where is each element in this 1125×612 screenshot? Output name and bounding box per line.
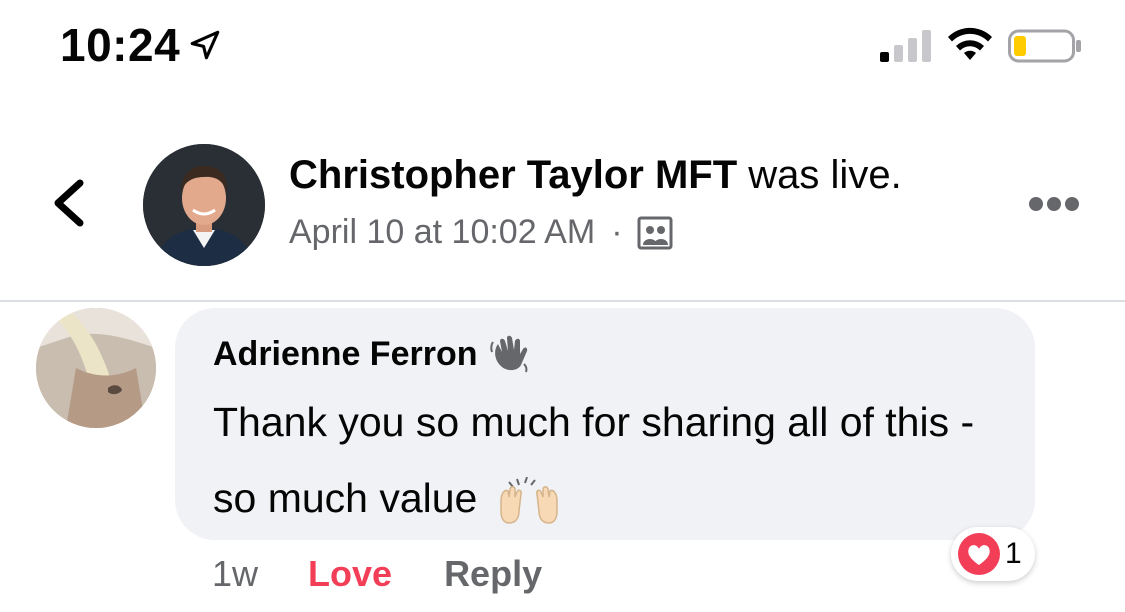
wifi-icon (948, 27, 992, 60)
post-timestamp[interactable]: April 10 at 10:02 AM (289, 213, 595, 252)
comment-author: Adrienne Ferron (213, 334, 529, 374)
group-audience-icon (637, 216, 673, 249)
comment-author-name[interactable]: Adrienne Ferron (213, 335, 477, 374)
comment-text: Thank you so much for sharing all of thi… (213, 384, 1023, 536)
host-title: Christopher Taylor MFT was live. (289, 153, 902, 198)
host-avatar[interactable] (143, 144, 265, 266)
cellular-signal-icon (880, 30, 931, 62)
reaction-count: 1 (1005, 537, 1022, 570)
commenter-avatar[interactable] (36, 308, 156, 428)
status-bar: 10:24 (0, 0, 1125, 95)
location-arrow-icon (190, 30, 220, 60)
meta-separator: · (611, 213, 623, 251)
post-meta: April 10 at 10:02 AM · (289, 213, 673, 252)
waving-hand-icon (490, 335, 528, 373)
comment-age[interactable]: 1w (212, 553, 258, 595)
battery-low-icon (1008, 29, 1081, 63)
more-options-icon[interactable] (1028, 195, 1080, 213)
status-time: 10:24 (60, 19, 181, 71)
post-header: Christopher Taylor MFT was live. April 1… (0, 95, 1125, 302)
reply-button[interactable]: Reply (444, 553, 542, 595)
chevron-left-icon[interactable] (46, 177, 90, 229)
host-name[interactable]: Christopher Taylor MFT (289, 153, 737, 197)
comment-actions: 1w Love Reply (212, 550, 542, 598)
reaction-summary[interactable]: 1 (951, 527, 1035, 581)
comment-body: Thank you so much for sharing all of thi… (213, 399, 975, 521)
love-heart-icon (958, 533, 1000, 575)
host-status: was live. (748, 153, 902, 197)
love-button[interactable]: Love (308, 553, 392, 595)
comment-bubble[interactable]: Adrienne Ferron Thank you so much for sh… (175, 308, 1035, 540)
raising-hands-icon (500, 477, 558, 524)
